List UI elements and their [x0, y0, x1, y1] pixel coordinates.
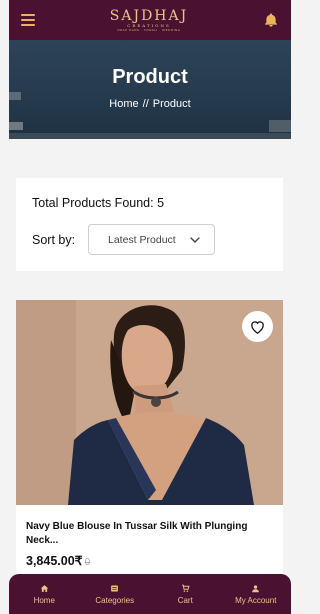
decor-floor [9, 133, 291, 139]
nav-categories-label: Categories [95, 595, 135, 605]
product-name[interactable]: Navy Blue Blouse In Tussar Silk With Plu… [26, 520, 266, 548]
bottom-navigation: Home Categories Cart My Account [9, 574, 291, 614]
filter-panel: Total Products Found: 5 Sort by: Latest … [16, 178, 283, 271]
sort-label: Sort by: [32, 233, 76, 247]
nav-cart[interactable]: Cart [155, 584, 215, 605]
account-icon [252, 584, 260, 592]
product-card[interactable]: Navy Blue Blouse In Tussar Silk With Plu… [16, 300, 283, 580]
decor-table [269, 120, 291, 132]
home-icon [40, 584, 48, 592]
nav-home-label: Home [33, 595, 55, 605]
breadcrumb-current: Product [152, 98, 191, 110]
old-price: 0 [84, 557, 91, 568]
breadcrumb-home[interactable]: Home [109, 98, 138, 110]
brand-logo[interactable]: SAJDHAJ CREATIONS DRAP DANG · DIWALI · W… [110, 9, 188, 32]
product-price: 3,845.00₹ 0 [26, 553, 90, 568]
nav-home[interactable]: Home [14, 584, 74, 605]
breadcrumb-separator: // [142, 98, 149, 110]
brand-tagline: DRAP DANG · DIWALI · WEDDING [117, 27, 181, 32]
breadcrumb: Home //Product [9, 98, 291, 110]
top-app-bar: SAJDHAJ CREATIONS DRAP DANG · DIWALI · W… [9, 0, 291, 40]
decor-shelf [9, 122, 23, 130]
wishlist-button[interactable] [242, 311, 273, 342]
menu-icon[interactable] [21, 14, 35, 26]
chevron-down-icon [190, 236, 200, 243]
product-image[interactable] [16, 300, 283, 505]
brand-name: SAJDHAJ [109, 7, 189, 24]
cart-icon [181, 584, 190, 592]
page-title: Product [112, 66, 188, 88]
nav-cart-label: Cart [177, 595, 193, 605]
categories-icon [111, 585, 119, 591]
sort-dropdown[interactable]: Latest Product [88, 224, 215, 255]
sort-selected-value: Latest Product [108, 233, 176, 246]
nav-account-label: My Account [235, 595, 277, 605]
heart-icon [251, 320, 264, 334]
total-products-text: Total Products Found: 5 [32, 196, 165, 210]
nav-categories[interactable]: Categories [85, 584, 145, 605]
nav-account[interactable]: My Account [226, 584, 286, 605]
bell-icon[interactable] [263, 12, 279, 28]
page-banner: Product Home//Product [9, 40, 291, 139]
brand-sub: CREATIONS [127, 22, 171, 28]
current-price: 3,845.00₹ [26, 554, 83, 568]
